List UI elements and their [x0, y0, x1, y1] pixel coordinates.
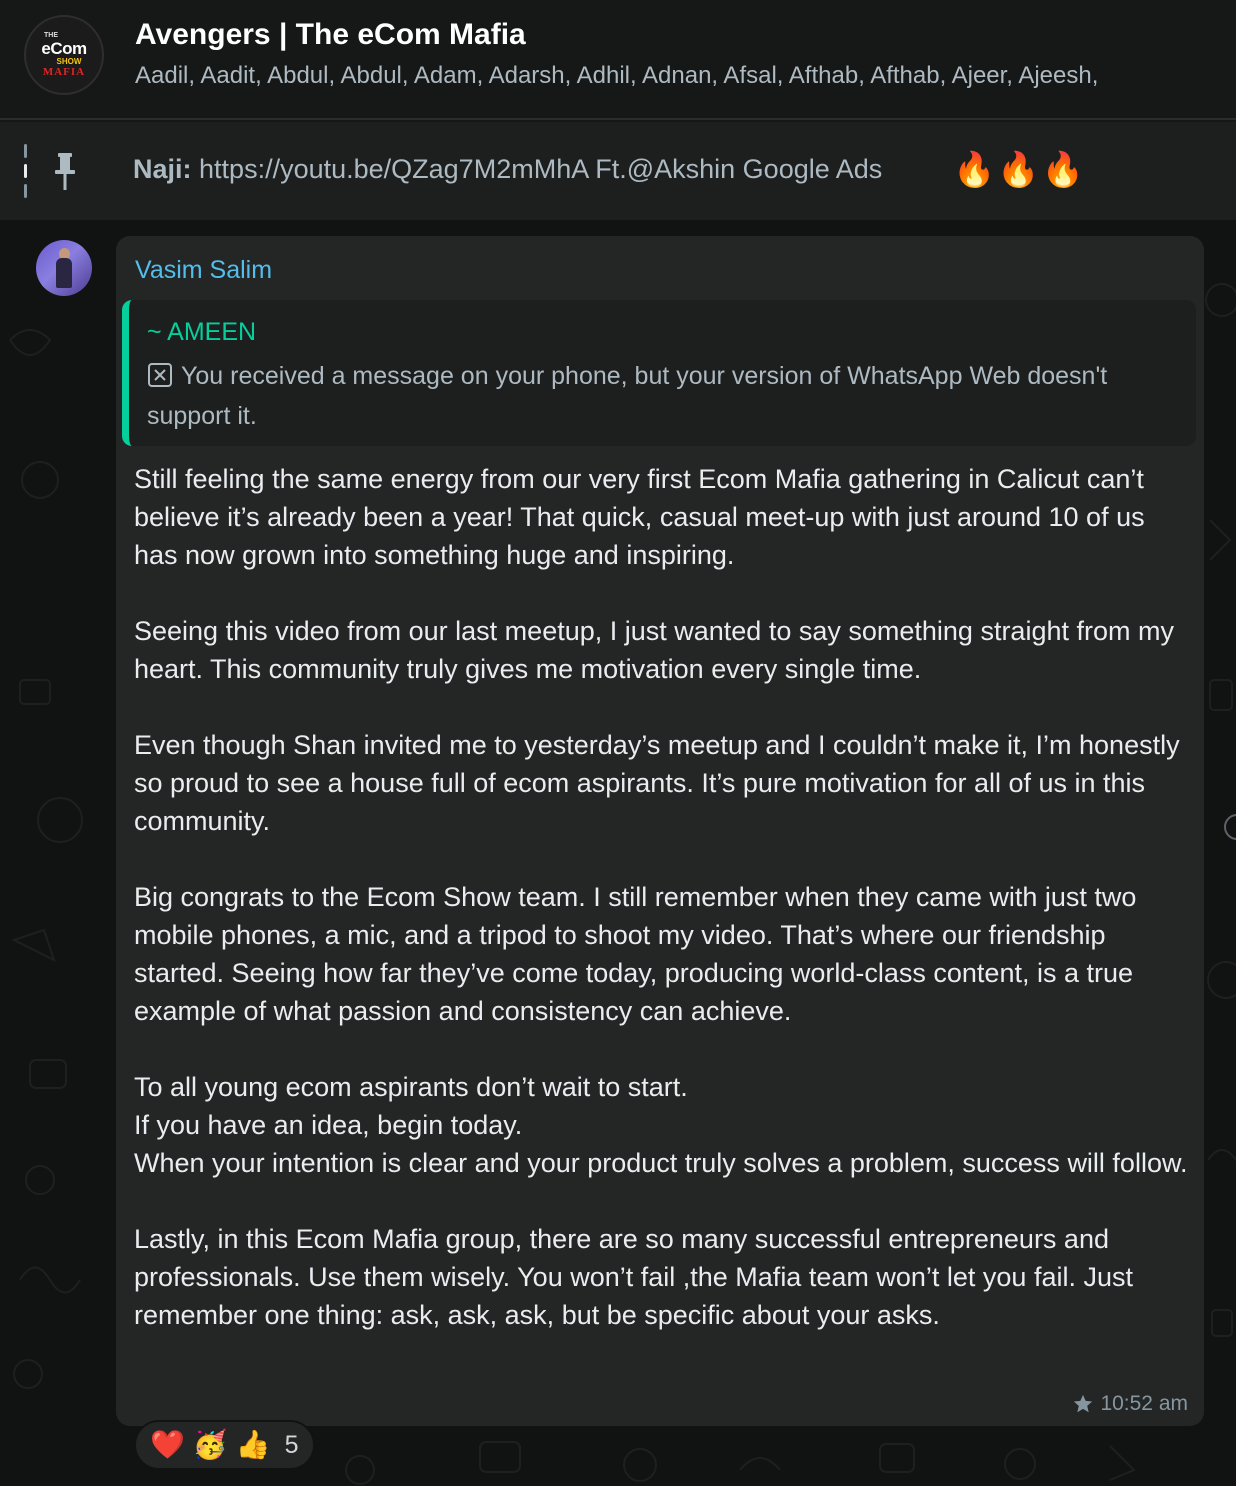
pinned-message-text: https://youtu.be/QZag7M2mMhA Ft.@Akshin …	[199, 154, 883, 184]
reactions-pill[interactable]: ❤️ 🥳 👍 5	[134, 1420, 315, 1470]
reaction-thumbs-up: 👍	[235, 1429, 271, 1460]
group-members-list[interactable]: Aadil, Aadit, Abdul, Abdul, Adam, Adarsh…	[135, 62, 1236, 90]
message-time: 10:52 am	[1100, 1392, 1188, 1415]
pin-icon[interactable]	[50, 150, 80, 194]
logo-text-show: SHOW	[56, 57, 82, 66]
quoted-author: ~ AMEEN	[147, 318, 257, 346]
message-bubble[interactable]: Vasim Salim ~ AMEEN You received a messa…	[116, 236, 1204, 1426]
chat-header[interactable]: THE eCom SHOW MAFIA Avengers | The eCom …	[0, 0, 1236, 120]
message-sender-name[interactable]: Vasim Salim	[135, 256, 272, 285]
pinned-position-indicator	[24, 144, 29, 198]
group-avatar[interactable]: THE eCom SHOW MAFIA	[24, 15, 104, 95]
pinned-sender: Naji:	[133, 154, 192, 184]
pinned-message-bar[interactable]: Naji: https://youtu.be/QZag7M2mMhA Ft.@A…	[0, 122, 1236, 220]
fire-emojis: 🔥🔥🔥	[953, 151, 1087, 189]
logo-text-mafia: MAFIA	[42, 66, 86, 78]
reaction-count: 5	[284, 1430, 299, 1459]
message-meta: 10:52 am	[1072, 1392, 1188, 1416]
sender-avatar[interactable]	[36, 240, 92, 296]
quoted-text: You received a message on your phone, bu…	[147, 356, 1177, 436]
quoted-message[interactable]: ~ AMEEN You received a message on your p…	[122, 300, 1196, 446]
message-text: Still feeling the same energy from our v…	[134, 464, 1188, 1330]
star-icon	[1074, 1394, 1093, 1413]
reaction-heart: ❤️	[150, 1429, 185, 1460]
pinned-message-preview[interactable]: Naji: https://youtu.be/QZag7M2mMhA Ft.@A…	[133, 154, 882, 185]
chat-messages-area[interactable]: Vasim Salim ~ AMEEN You received a messa…	[0, 220, 1236, 1486]
logo-text-ecom: eCom	[41, 39, 87, 58]
group-name[interactable]: Avengers | The eCom Mafia	[135, 18, 526, 52]
quoted-text-content: You received a message on your phone, bu…	[147, 362, 1108, 430]
whatsapp-web-chat: THE eCom SHOW MAFIA Avengers | The eCom …	[0, 0, 1236, 1486]
blocked-message-icon	[148, 363, 172, 387]
reaction-party-face: 🥳	[192, 1429, 228, 1460]
